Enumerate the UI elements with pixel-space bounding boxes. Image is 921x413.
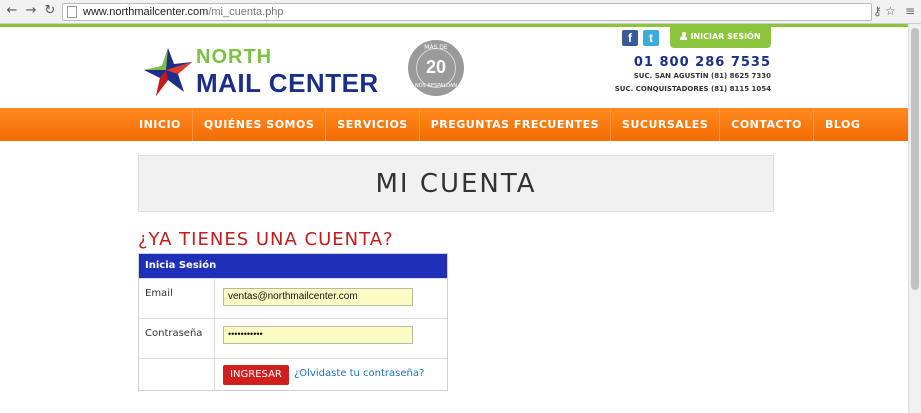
email-label: Email (145, 288, 173, 299)
browser-toolbar: ← → ↻ www.northmailcenter.com/mi_cuenta.… (0, 0, 921, 24)
email-field[interactable]: ventas@northmailcenter.com (223, 288, 413, 306)
branch-san-agustin: SUC. SAN AGUSTÍN (81) 8625 7330 (633, 72, 771, 80)
password-row: Contraseña ••••••••••• (139, 318, 447, 358)
nav-item-contacto[interactable]: CONTACTO (720, 108, 814, 141)
ingresar-button[interactable]: INGRESAR (223, 365, 289, 385)
web-page: NORTH MAIL CENTER MÁS DE 20 NOS RESPALDA… (0, 24, 908, 413)
address-bar[interactable]: www.northmailcenter.com/mi_cuenta.php (62, 3, 872, 21)
nav-item-sucursales[interactable]: SUCURSALES (611, 108, 721, 141)
nav-item-quienes-somos[interactable]: QUIÉNES SOMOS (193, 108, 327, 141)
nav-item-blog[interactable]: BLOG (814, 108, 871, 141)
scrollbar[interactable] (908, 24, 921, 413)
nav-item-preguntas-frecuentes[interactable]: PREGUNTAS FRECUENTES (420, 108, 612, 141)
logo-mail-center-text: MAIL CENTER (196, 68, 379, 98)
back-arrow-icon[interactable]: ← (4, 3, 20, 19)
section-heading: ¿YA TIENES UNA CUENTA? (138, 229, 394, 250)
login-button[interactable]: INICIAR SESIÓN (670, 26, 771, 48)
forward-arrow-icon[interactable]: → (23, 3, 39, 19)
login-button-label: INICIAR SESIÓN (690, 32, 761, 41)
forgot-password-link[interactable]: ¿Olvidaste tu contraseña? (294, 368, 424, 379)
reload-icon[interactable]: ↻ (42, 3, 58, 19)
star-logo-icon (144, 48, 192, 96)
password-field[interactable]: ••••••••••• (223, 326, 413, 344)
page-title-panel: MI CUENTA (138, 155, 774, 212)
top-accent-bar (0, 24, 908, 27)
page-icon (67, 6, 77, 18)
facebook-icon[interactable]: f (622, 30, 638, 46)
nav-item-inicio[interactable]: INICIO (128, 108, 193, 141)
badge-number: 20 (425, 57, 447, 77)
badge-bottom-text: NOS RESPALDAN (414, 83, 458, 89)
login-form-header: Inicia Sesión (139, 254, 447, 278)
main-navigation: INICIO QUIÉNES SOMOS SERVICIOS PREGUNTAS… (0, 108, 908, 141)
scrollbar-thumb[interactable] (911, 28, 919, 290)
row-divider (214, 319, 215, 358)
page-title: MI CUENTA (375, 169, 537, 199)
phone-number: 01 800 286 7535 (633, 55, 771, 70)
twitter-icon[interactable]: t (643, 30, 659, 46)
url-text: www.northmailcenter.com/mi_cuenta.php (83, 6, 284, 18)
row-divider (214, 359, 215, 390)
row-divider (214, 279, 215, 318)
submit-row: INGRESAR ¿Olvidaste tu contraseña? (139, 358, 447, 390)
logo-north-text: NORTH (196, 46, 273, 68)
password-label: Contraseña (145, 328, 203, 339)
user-icon (680, 32, 688, 40)
star-icon[interactable]: ☆ (885, 3, 896, 19)
menu-icon[interactable]: ≡ (905, 3, 915, 19)
anniversary-badge: MÁS DE 20 NOS RESPALDAN (408, 40, 464, 96)
login-form: Inicia Sesión Email ventas@northmailcent… (138, 253, 448, 391)
badge-top-text: MÁS DE (424, 44, 448, 51)
key-icon[interactable]: ⚷ (873, 3, 882, 19)
nav-item-servicios[interactable]: SERVICIOS (326, 108, 420, 141)
site-logo[interactable]: NORTH MAIL CENTER (140, 40, 380, 104)
email-row: Email ventas@northmailcenter.com (139, 278, 447, 318)
branch-conquistadores: SUC. CONQUISTADORES (81) 8115 1054 (614, 85, 771, 93)
